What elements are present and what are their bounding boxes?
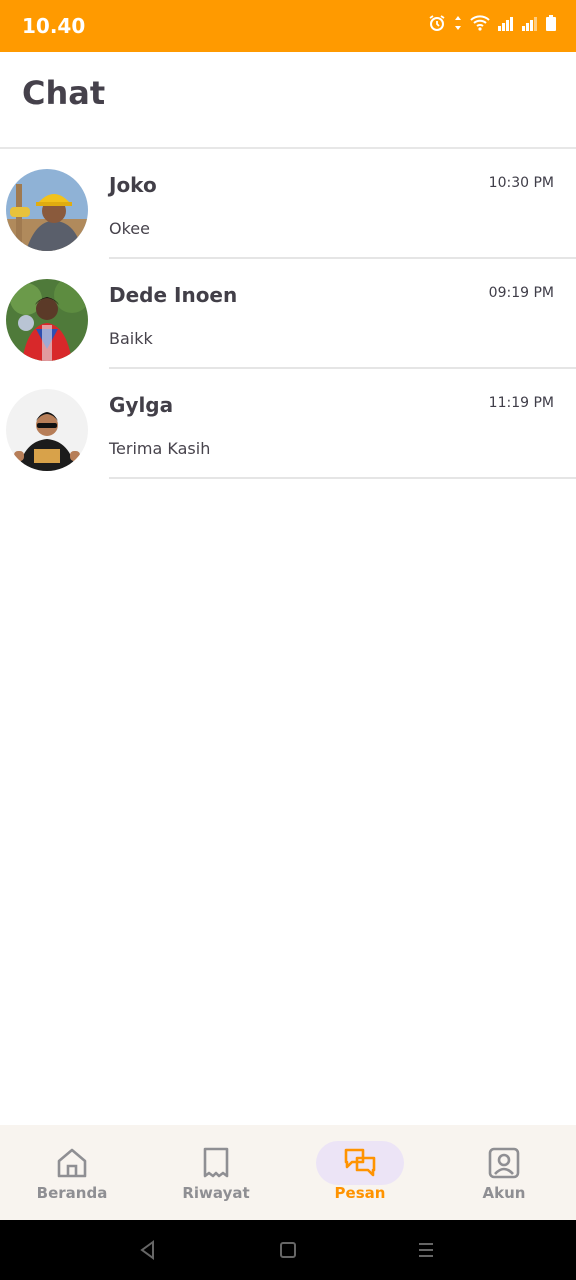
chat-name: Joko <box>109 173 157 197</box>
signal-icon <box>522 16 538 35</box>
chat-name: Gylga <box>109 393 174 417</box>
chat-last-message: Terima Kasih <box>109 439 211 458</box>
chat-name: Dede Inoen <box>109 283 238 307</box>
signal-icon <box>498 16 514 35</box>
chat-time: 11:19 PM <box>488 395 554 411</box>
back-icon[interactable] <box>136 1238 160 1262</box>
status-bar: 10.40 <box>0 0 576 52</box>
divider <box>109 477 576 479</box>
avatar[interactable] <box>6 389 88 471</box>
data-transfer-icon <box>454 15 462 35</box>
nav-item-akun[interactable]: Akun <box>432 1125 576 1220</box>
avatar[interactable] <box>6 169 88 251</box>
bottom-nav: Beranda Riwayat Pesan Akun <box>0 1125 576 1220</box>
menu-icon[interactable] <box>414 1238 438 1262</box>
alarm-icon <box>428 14 446 36</box>
status-time: 10.40 <box>22 14 86 38</box>
home-square-icon[interactable] <box>276 1238 300 1262</box>
battery-icon <box>546 15 556 35</box>
chat-last-message: Okee <box>109 219 150 238</box>
nav-label: Pesan <box>334 1184 386 1202</box>
chat-list: Joko 10:30 PM Okee Dede Inoen 09:19 PM B… <box>0 149 576 479</box>
chat-list-item[interactable]: Joko 10:30 PM Okee <box>0 149 576 259</box>
header: Chat <box>0 52 576 149</box>
chat-icon <box>316 1141 404 1185</box>
page-title: Chat <box>22 74 106 112</box>
status-icons <box>428 14 556 36</box>
nav-item-riwayat[interactable]: Riwayat <box>144 1125 288 1220</box>
chat-time: 10:30 PM <box>488 175 554 191</box>
nav-label: Akun <box>482 1184 526 1202</box>
wifi-icon <box>470 15 490 35</box>
home-icon <box>28 1141 116 1185</box>
nav-item-beranda[interactable]: Beranda <box>0 1125 144 1220</box>
chat-list-item[interactable]: Dede Inoen 09:19 PM Baikk <box>0 259 576 369</box>
chat-list-item[interactable]: Gylga 11:19 PM Terima Kasih <box>0 369 576 479</box>
receipt-icon <box>172 1141 260 1185</box>
nav-label: Riwayat <box>182 1184 250 1202</box>
system-nav-bar <box>0 1220 576 1280</box>
chat-time: 09:19 PM <box>488 285 554 301</box>
account-icon <box>460 1141 548 1185</box>
nav-label: Beranda <box>36 1184 108 1202</box>
nav-item-pesan[interactable]: Pesan <box>288 1125 432 1220</box>
chat-last-message: Baikk <box>109 329 153 348</box>
avatar[interactable] <box>6 279 88 361</box>
